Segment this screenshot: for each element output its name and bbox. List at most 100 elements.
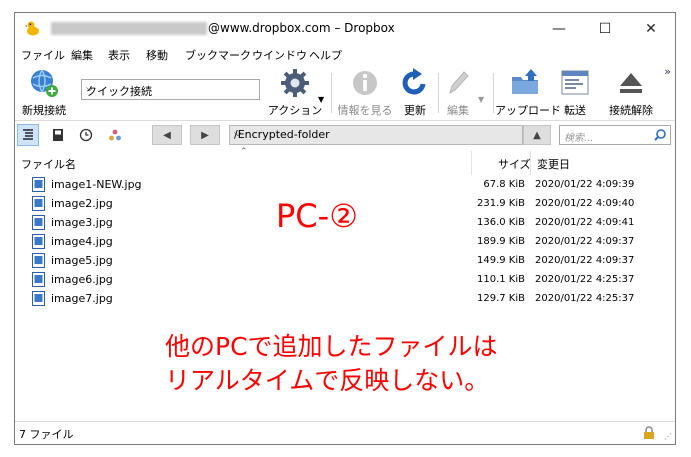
- network-icon: [109, 129, 121, 141]
- caret-down-icon: ▼: [478, 95, 485, 104]
- file-row[interactable]: image1-NEW.jpg 67.8 KiB 2020/01/22 4:09:…: [15, 176, 675, 195]
- eject-icon: [620, 73, 642, 93]
- navigation-bar: ◀ ▶ /Encrypted-folder ⌵ ▲ 検索...: [15, 122, 675, 148]
- toolbar-overflow-button[interactable]: »: [664, 65, 671, 78]
- refresh-label: 更新: [404, 104, 426, 117]
- caret-down-icon: ▼: [318, 95, 325, 104]
- column-divider[interactable]: [530, 151, 531, 175]
- file-size: 189.9 KiB: [476, 236, 525, 247]
- file-row[interactable]: image4.jpg 189.9 KiB 2020/01/22 4:09:37: [15, 233, 675, 252]
- menu-bookmark[interactable]: ブックマーク: [185, 47, 251, 63]
- bookmark-book-icon: [53, 129, 63, 141]
- file-size: 149.9 KiB: [476, 255, 525, 266]
- info-icon: [353, 71, 377, 95]
- refresh-icon: [402, 68, 426, 95]
- menu-edit[interactable]: 編集: [71, 47, 93, 63]
- browser-view-button[interactable]: [17, 124, 39, 146]
- file-size: 129.7 KiB: [476, 293, 525, 304]
- upload-button[interactable]: アップロード: [495, 67, 561, 117]
- status-bar: 7 ファイル ⋰: [15, 421, 675, 444]
- column-divider[interactable]: [471, 151, 472, 175]
- globe-add-icon: [31, 69, 58, 97]
- image-file-icon: [32, 253, 45, 268]
- edit-button[interactable]: 編集: [441, 67, 475, 117]
- toolbar-divider: [493, 73, 494, 113]
- search-input[interactable]: 検索...: [559, 125, 671, 145]
- image-file-icon: [32, 215, 45, 230]
- annotation-message-line2: リアルタイムで反映しない。: [165, 366, 490, 395]
- file-size: 67.8 KiB: [483, 179, 525, 190]
- file-count: 7 ファイル: [19, 428, 74, 441]
- file-name: image5.jpg: [51, 254, 113, 267]
- new-connection-label: 新規接続: [22, 104, 66, 117]
- back-button[interactable]: ◀: [152, 125, 182, 145]
- resize-grip[interactable]: ⋰: [664, 432, 672, 441]
- close-button[interactable]: ✕: [628, 13, 674, 44]
- disconnect-button[interactable]: 接続解除: [601, 67, 661, 117]
- quick-connect-select[interactable]: クイック接続 ⌵: [81, 79, 260, 100]
- menu-go[interactable]: 移動: [146, 47, 168, 63]
- menu-view[interactable]: 表示: [108, 47, 130, 63]
- search-icon: [654, 129, 666, 141]
- file-name: image1-NEW.jpg: [51, 178, 142, 191]
- tree-list-icon: [23, 129, 33, 140]
- file-date: 2020/01/22 4:25:37: [535, 274, 635, 285]
- gear-icon: [281, 69, 309, 97]
- menu-bar: ファイル 編集 表示 移動 ブックマーク ウインドウ ヘルプ: [15, 44, 675, 64]
- column-header-size[interactable]: サイズ: [498, 156, 531, 172]
- pencil-icon: [449, 71, 469, 95]
- info-label: 情報を見る: [337, 104, 393, 117]
- file-row[interactable]: image6.jpg 110.1 KiB 2020/01/22 4:25:37: [15, 271, 675, 290]
- bonjour-view-button[interactable]: [104, 124, 126, 146]
- image-file-icon: [32, 291, 45, 306]
- column-header-modified[interactable]: 変更日: [537, 156, 570, 172]
- file-size: 231.9 KiB: [476, 198, 525, 209]
- file-date: 2020/01/22 4:09:37: [535, 255, 635, 266]
- clock-icon: [79, 128, 93, 142]
- transfer-label: 転送: [564, 104, 586, 117]
- file-name: image7.jpg: [51, 292, 113, 305]
- transfer-window-icon: [561, 70, 589, 95]
- minimize-button[interactable]: —: [536, 13, 582, 44]
- path-select[interactable]: /Encrypted-folder ⌵: [229, 125, 523, 145]
- toolbar: 新規接続 クイック接続 ⌵ アクション ▼ 情報を見る 更新 編集 ▼ アップロ…: [15, 65, 675, 121]
- toolbar-divider: [331, 73, 332, 113]
- history-view-button[interactable]: [75, 124, 97, 146]
- file-row[interactable]: image5.jpg 149.9 KiB 2020/01/22 4:09:37: [15, 252, 675, 271]
- image-file-icon: [32, 272, 45, 287]
- lock-icon: [644, 426, 654, 439]
- blurred-username: [51, 22, 207, 35]
- menu-file[interactable]: ファイル: [21, 47, 65, 63]
- action-label: アクション: [267, 104, 323, 117]
- forward-button[interactable]: ▶: [190, 125, 220, 145]
- file-date: 2020/01/22 4:09:40: [535, 198, 635, 209]
- title-bar: @www.dropbox.com – Dropbox — ☐ ✕: [15, 13, 675, 44]
- transfer-button[interactable]: 転送: [557, 67, 593, 117]
- disconnect-label: 接続解除: [609, 104, 653, 117]
- file-date: 2020/01/22 4:09:39: [535, 179, 635, 190]
- sort-ascending-icon: ⌃: [240, 147, 248, 157]
- file-date: 2020/01/22 4:25:37: [535, 293, 635, 304]
- file-row[interactable]: image7.jpg 129.7 KiB 2020/01/22 4:25:37: [15, 290, 675, 309]
- file-date: 2020/01/22 4:09:37: [535, 236, 635, 247]
- info-button[interactable]: 情報を見る: [335, 67, 395, 117]
- maximize-button[interactable]: ☐: [582, 13, 628, 44]
- file-size: 110.1 KiB: [476, 274, 525, 285]
- annotation-pc-label: PC-②: [276, 197, 358, 235]
- toolbar-divider: [438, 73, 439, 113]
- action-button[interactable]: アクション: [267, 67, 323, 117]
- parent-directory-button[interactable]: ▲: [523, 125, 551, 145]
- image-file-icon: [32, 196, 45, 211]
- chevron-down-icon: ⌵: [86, 83, 94, 94]
- file-name: image2.jpg: [51, 197, 113, 210]
- menu-help[interactable]: ヘルプ: [309, 47, 342, 63]
- window-title: @www.dropbox.com – Dropbox: [208, 21, 395, 35]
- refresh-button[interactable]: 更新: [397, 67, 433, 117]
- menu-window[interactable]: ウインドウ: [252, 47, 307, 63]
- column-header-name[interactable]: ファイル名: [21, 156, 76, 172]
- bookmarks-view-button[interactable]: [47, 124, 69, 146]
- file-size: 136.0 KiB: [476, 217, 525, 228]
- new-connection-button[interactable]: 新規接続: [17, 67, 71, 117]
- duck-app-icon: [25, 21, 39, 36]
- annotation-message: 他のPCで追加したファイルは リアルタイムで反映しない。: [165, 330, 498, 398]
